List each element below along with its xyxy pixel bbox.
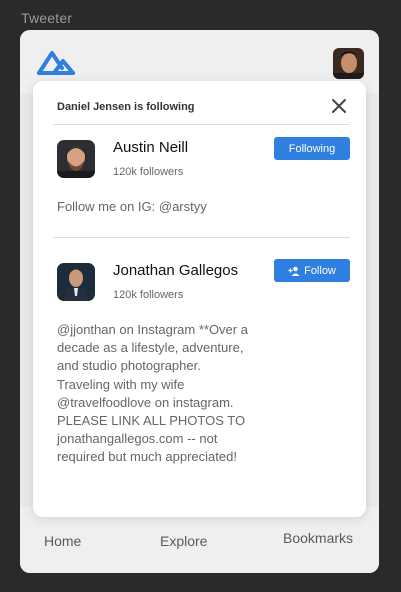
close-icon[interactable] <box>329 96 349 116</box>
following-button-label: Following <box>288 142 336 155</box>
user-name[interactable]: Jonathan Gallegos <box>113 262 238 279</box>
follow-button-label: Follow <box>304 264 336 277</box>
mountain-logo-icon[interactable] <box>35 47 77 77</box>
followers-count: 120k followers <box>113 289 184 301</box>
followers-count: 120k followers <box>113 166 184 178</box>
follow-button[interactable]: Follow <box>274 259 350 282</box>
user-name[interactable]: Austin Neill <box>113 139 188 156</box>
following-button[interactable]: Following <box>274 137 350 160</box>
divider <box>53 237 350 238</box>
user-bio: Follow me on IG: @arstyy <box>57 199 207 214</box>
nav-bookmarks[interactable]: Bookmarks <box>283 530 353 546</box>
nav-explore[interactable]: Explore <box>160 533 207 549</box>
following-modal: Daniel Jensen is following Austin Neill … <box>33 81 366 517</box>
avatar[interactable] <box>57 140 95 178</box>
profile-avatar[interactable] <box>333 48 364 79</box>
app-label: Tweeter <box>21 10 73 26</box>
modal-title: Daniel Jensen is following <box>57 101 195 113</box>
divider <box>53 124 350 125</box>
avatar[interactable] <box>57 263 95 301</box>
user-bio: @jjonthan on Instagram **Over a decade a… <box>57 322 248 465</box>
nav-home[interactable]: Home <box>44 533 81 549</box>
add-user-icon <box>288 266 300 276</box>
